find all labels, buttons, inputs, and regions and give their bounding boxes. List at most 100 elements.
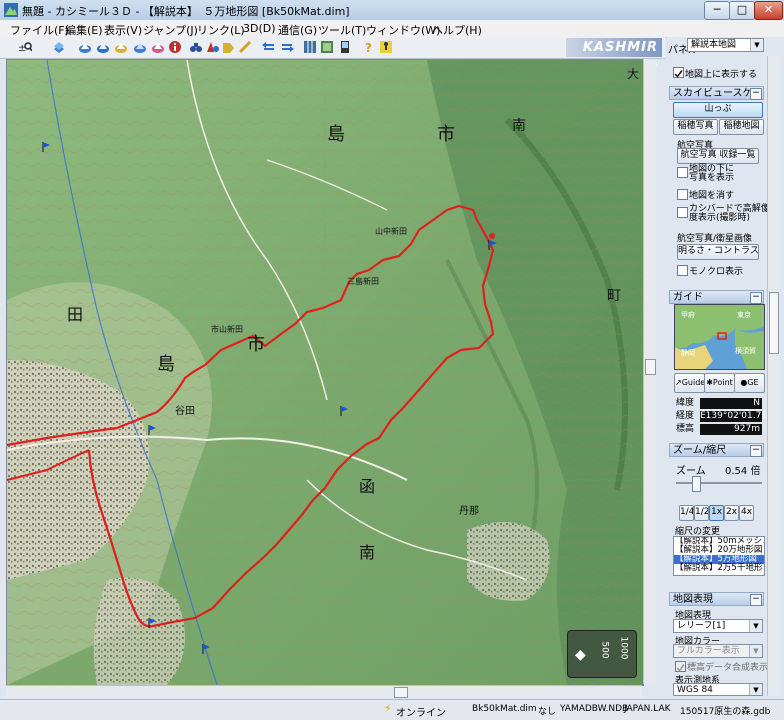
- status-bar: ⚡ オンライン Bk50kMat.dim なし YAMADBW.NDB JAPA…: [0, 699, 784, 720]
- map-label: 大: [627, 67, 639, 81]
- help-question-icon[interactable]: ?: [362, 40, 376, 54]
- zoom-4x-button[interactable]: 4x: [739, 505, 754, 521]
- compass-diamond-icon: ◆: [575, 647, 586, 663]
- collapse-icon[interactable]: −: [750, 445, 762, 457]
- collapse-icon[interactable]: −: [750, 594, 762, 606]
- menu-3d[interactable]: 3D(D): [243, 22, 276, 35]
- zoom-slider-track[interactable]: [676, 482, 762, 484]
- menu-window[interactable]: ウィンドウ(W): [366, 22, 440, 38]
- hires-checkbox[interactable]: [677, 207, 688, 218]
- info-icon[interactable]: [168, 40, 182, 54]
- chevron-down-icon[interactable]: ▼: [749, 645, 762, 657]
- panel-selector[interactable]: 解説本地図 ▼: [687, 38, 764, 52]
- map-scale-widget[interactable]: ◆ 500 1000: [567, 630, 637, 678]
- arrow-left-icon[interactable]: [262, 40, 276, 54]
- inaho-photo-button[interactable]: 稲穂写真: [673, 119, 718, 135]
- elev-combine-checkbox[interactable]: [675, 661, 686, 672]
- title-bar[interactable]: 無題 - カシミール３Ｄ - 【解説本】 ５万地形図 [Bk50kMat.dim…: [0, 0, 784, 20]
- brightness-contrast-button[interactable]: 明るさ・コントラスト: [677, 244, 759, 260]
- mountain-pink-icon[interactable]: [151, 40, 165, 54]
- panel-vertical-scrollbar[interactable]: [767, 56, 779, 696]
- mountain-view-icon[interactable]: [78, 40, 92, 54]
- scale-list[interactable]: 【解説本】50mメッシュ標 【解説本】20万地形図 【解説本】5万地形図 【解説…: [673, 536, 765, 576]
- list-item[interactable]: 【解説本】2万5千地形: [674, 564, 764, 573]
- skyview-section-header[interactable]: スカイビュースケー −: [669, 86, 764, 100]
- tag-icon[interactable]: [221, 40, 235, 54]
- map-horizontal-scrollbar[interactable]: [6, 685, 642, 698]
- ge-tab[interactable]: ●GE: [734, 373, 765, 393]
- map-color-select[interactable]: フルカラー表示 ▼: [673, 644, 763, 658]
- guide-map-image: 甲府 東京 静岡 横須賀: [675, 305, 764, 369]
- chevron-down-icon[interactable]: ▼: [750, 39, 763, 51]
- map-label: 三島新田: [347, 276, 379, 286]
- menu-help[interactable]: ヘルプ(H): [432, 22, 482, 38]
- mountain-yellow-icon[interactable]: [114, 40, 128, 54]
- map-label: 函: [359, 477, 375, 496]
- aerial-list-button[interactable]: 航空写真 収録一覧: [677, 148, 759, 164]
- binoculars-icon[interactable]: [189, 40, 203, 54]
- menu-jump[interactable]: ジャンプ(J): [143, 22, 198, 38]
- device-icon[interactable]: [338, 40, 352, 54]
- zoom-quarter-button[interactable]: 1/4: [679, 505, 694, 521]
- menu-file[interactable]: ファイル(F): [10, 22, 69, 38]
- yamappu-button[interactable]: 山っぷ: [673, 102, 763, 118]
- map-label: 谷田: [175, 405, 195, 417]
- grid-icon[interactable]: [303, 40, 317, 54]
- chevron-down-icon[interactable]: ▼: [749, 684, 762, 695]
- show-on-map-checkbox[interactable]: [673, 67, 684, 78]
- zoom-header-label: ズーム/縮尺: [673, 445, 727, 456]
- lightning-icon: ⚡: [384, 702, 392, 715]
- map-display-section-header[interactable]: 地図表現 −: [669, 592, 764, 606]
- collapse-icon[interactable]: −: [750, 292, 762, 304]
- layer-icon[interactable]: [52, 40, 66, 54]
- close-button[interactable]: ✕: [754, 1, 783, 20]
- hiker-icon[interactable]: [379, 40, 393, 54]
- monochrome-label: モノクロ表示: [689, 267, 744, 277]
- zoom-slider-thumb[interactable]: [691, 476, 701, 492]
- menu-edit[interactable]: 編集(E): [65, 22, 103, 38]
- chevron-down-icon[interactable]: ▼: [749, 620, 762, 632]
- zoom-section-header[interactable]: ズーム/縮尺 −: [669, 443, 764, 457]
- minimize-button[interactable]: ─: [704, 1, 730, 20]
- scroll-thumb[interactable]: [769, 292, 779, 354]
- guide-tab[interactable]: ↗Guide: [674, 373, 705, 393]
- scroll-thumb[interactable]: [645, 359, 656, 375]
- arrow-right-icon[interactable]: [280, 40, 294, 54]
- hires-label: カシバードで高解像 度表示(撮影時): [689, 205, 770, 223]
- scroll-thumb[interactable]: [394, 687, 408, 698]
- collapse-icon[interactable]: −: [750, 88, 762, 100]
- zoom-label: ズーム: [676, 466, 706, 477]
- menu-view[interactable]: 表示(V): [104, 22, 142, 38]
- guide-section-header[interactable]: ガイド −: [669, 290, 764, 304]
- zoom-1x-button[interactable]: 1x: [709, 505, 724, 521]
- menu-link[interactable]: リンク(L): [197, 22, 245, 38]
- maximize-button[interactable]: □: [729, 1, 755, 20]
- topographic-map[interactable]: 島 市 南 町 島 市 山中新田 三島新田 谷田 市山新田 函 南 丹那 田 大: [7, 60, 643, 685]
- map-vertical-scrollbar[interactable]: [643, 59, 656, 684]
- map-layers-icon[interactable]: [320, 40, 334, 54]
- datum-select-value: WGS 84: [677, 685, 713, 695]
- hide-map-checkbox[interactable]: [677, 189, 688, 200]
- inaho-map-button[interactable]: 稲穂地図: [719, 119, 764, 135]
- monochrome-checkbox[interactable]: [677, 265, 688, 276]
- under-map-checkbox[interactable]: [677, 167, 688, 178]
- map-display-select-value: レリーフ[1]: [677, 621, 726, 631]
- point-tab[interactable]: ✱Point: [704, 373, 735, 393]
- datum-select[interactable]: WGS 84 ▼: [673, 683, 763, 696]
- pencil-icon[interactable]: [238, 40, 252, 54]
- map-view[interactable]: 島 市 南 町 島 市 山中新田 三島新田 谷田 市山新田 函 南 丹那 田 大…: [6, 59, 644, 686]
- guide-overview-map[interactable]: 甲府 東京 静岡 横須賀: [674, 304, 765, 370]
- map-label: 南: [359, 543, 375, 562]
- map-display-header-label: 地図表現: [673, 594, 713, 605]
- zoom-half-button[interactable]: 1/2: [694, 505, 709, 521]
- marker-icon[interactable]: [205, 40, 219, 54]
- scale-mark: 1000: [618, 636, 629, 660]
- map-display-select[interactable]: レリーフ[1] ▼: [673, 619, 763, 633]
- mountain-blue-icon[interactable]: [133, 40, 147, 54]
- menu-comm[interactable]: 通信(G): [278, 22, 317, 38]
- zoom-search-icon[interactable]: ±: [18, 40, 32, 54]
- latitude-value: N 35°10'39.31": [700, 398, 762, 419]
- zoom-2x-button[interactable]: 2x: [724, 505, 739, 521]
- mountain-3d-icon[interactable]: [96, 40, 110, 54]
- menu-tool[interactable]: ツール(T): [318, 22, 366, 38]
